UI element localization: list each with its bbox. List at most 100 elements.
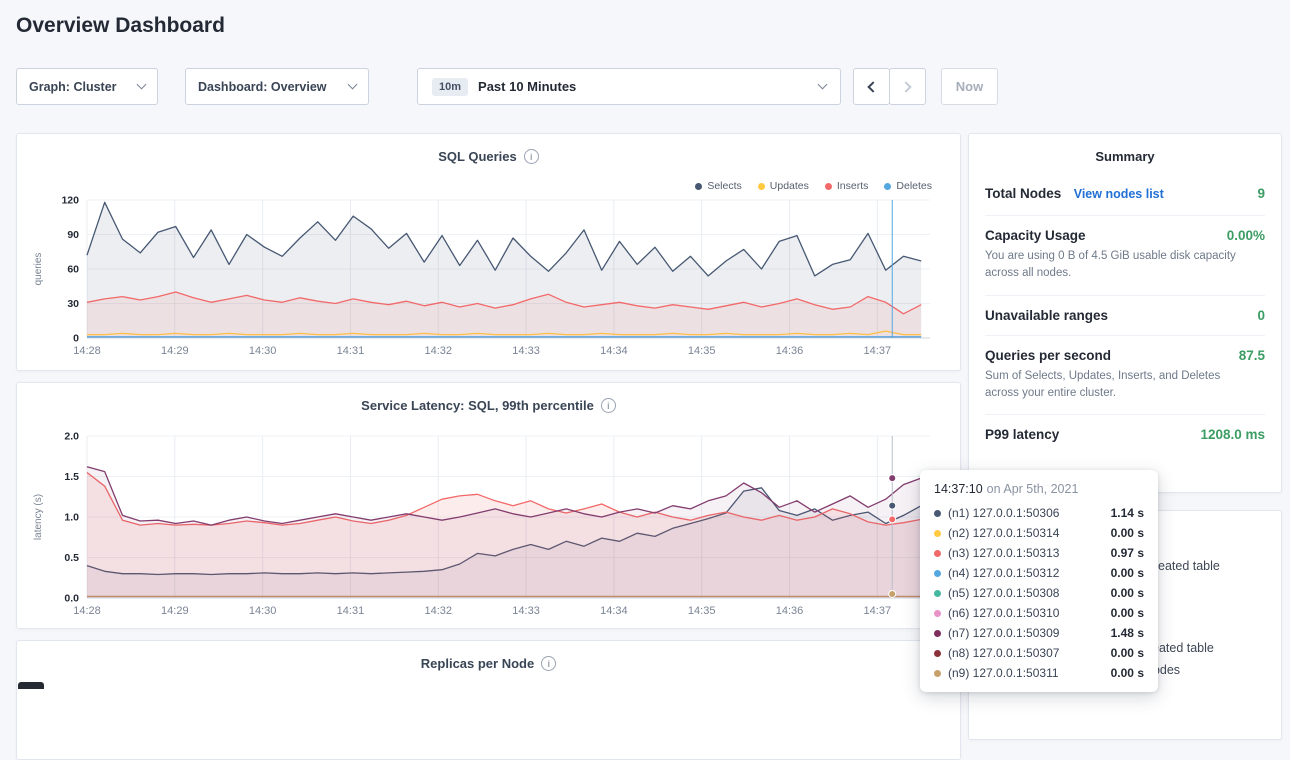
tooltip-node-label: (n7) 127.0.0.1:50309 [948, 626, 1111, 640]
svg-text:1.5: 1.5 [64, 471, 79, 483]
info-icon[interactable]: i [524, 149, 539, 164]
capacity-usage-description: You are using 0 B of 4.5 GiB usable disk… [985, 248, 1248, 283]
tooltip-node-value: 0.97 s [1111, 546, 1144, 560]
svg-text:14:29: 14:29 [161, 605, 189, 617]
sql-queries-plot[interactable]: 030609012014:2814:2914:3014:3114:3214:33… [29, 192, 950, 364]
tooltip-node-value: 0.00 s [1111, 606, 1144, 620]
chart-header: Service Latency: SQL, 99th percentile i [17, 383, 960, 413]
time-next-button[interactable] [889, 68, 926, 105]
tooltip-node-label: (n6) 127.0.0.1:50310 [948, 606, 1111, 620]
svg-text:14:30: 14:30 [249, 605, 277, 617]
time-range-picker[interactable]: 10m Past 10 Minutes [417, 68, 841, 105]
tooltip-node-value: 0.00 s [1111, 586, 1144, 600]
svg-text:30: 30 [67, 298, 79, 310]
svg-text:latency (s): latency (s) [33, 494, 44, 540]
svg-text:14:34: 14:34 [600, 605, 628, 617]
svg-text:14:32: 14:32 [424, 345, 452, 357]
service-latency-plot[interactable]: 0.00.51.01.52.014:2814:2914:3014:3114:32… [29, 428, 950, 624]
event-text-fragment: eated table [1158, 559, 1220, 573]
tooltip-node-label: (n5) 127.0.0.1:50308 [948, 586, 1111, 600]
tooltip-node-value: 0.00 s [1111, 666, 1144, 680]
unavailable-ranges-label: Unavailable ranges [985, 308, 1108, 323]
info-icon[interactable]: i [541, 656, 556, 671]
dashboard-dropdown[interactable]: Dashboard: Overview [185, 68, 369, 105]
svg-text:14:29: 14:29 [161, 345, 189, 357]
svg-text:0: 0 [73, 333, 79, 345]
node-color-dot-icon [934, 670, 941, 677]
legend-dot-icon [825, 183, 832, 190]
time-range-label: Past 10 Minutes [478, 79, 799, 94]
svg-text:14:32: 14:32 [424, 605, 452, 617]
info-glyph: i [607, 401, 610, 411]
legend-item-inserts: Inserts [825, 180, 869, 192]
info-icon[interactable]: i [601, 398, 616, 413]
node-color-dot-icon [934, 590, 941, 597]
tooltip-row: (n5) 127.0.0.1:503080.00 s [934, 586, 1144, 600]
svg-text:90: 90 [67, 229, 79, 241]
time-prev-button[interactable] [853, 68, 890, 105]
svg-text:0.5: 0.5 [64, 552, 79, 564]
svg-text:14:30: 14:30 [249, 345, 277, 357]
svg-text:14:34: 14:34 [600, 345, 628, 357]
svg-text:14:37: 14:37 [864, 345, 892, 357]
now-button[interactable]: Now [941, 68, 998, 105]
chevron-down-icon [137, 80, 147, 90]
tooltip-row: (n2) 127.0.0.1:503140.00 s [934, 526, 1144, 540]
svg-text:60: 60 [67, 264, 79, 276]
svg-text:14:33: 14:33 [512, 605, 540, 617]
tooltip-row: (n9) 127.0.0.1:503110.00 s [934, 666, 1144, 680]
summary-title: Summary [985, 134, 1265, 173]
sql-queries-chart-card: SQL Queries i SelectsUpdatesInsertsDelet… [16, 133, 961, 371]
svg-text:14:33: 14:33 [512, 345, 540, 357]
svg-text:14:35: 14:35 [688, 345, 716, 357]
legend-dot-icon [758, 183, 765, 190]
qps-value: 87.5 [1239, 348, 1265, 363]
page-title: Overview Dashboard [16, 14, 225, 38]
tooltip-node-value: 0.00 s [1111, 526, 1144, 540]
capacity-usage-label: Capacity Usage [985, 228, 1086, 243]
svg-text:0.0: 0.0 [64, 593, 79, 605]
node-color-dot-icon [934, 510, 941, 517]
tooltip-node-value: 0.00 s [1111, 566, 1144, 580]
chart-hover-tooltip: 14:37:10on Apr 5th, 2021 (n1) 127.0.0.1:… [920, 470, 1158, 692]
qps-label: Queries per second [985, 348, 1111, 363]
tooltip-row: (n7) 127.0.0.1:503091.48 s [934, 626, 1144, 640]
view-nodes-list-link[interactable]: View nodes list [1074, 187, 1164, 201]
svg-text:14:37: 14:37 [864, 605, 892, 617]
chart-title: Service Latency: SQL, 99th percentile [361, 398, 594, 413]
svg-text:14:31: 14:31 [337, 345, 365, 357]
chevron-left-icon [867, 81, 878, 92]
tooltip-node-value: 0.00 s [1111, 646, 1144, 660]
svg-text:14:28: 14:28 [73, 605, 101, 617]
total-nodes-value: 9 [1257, 186, 1265, 201]
tooltip-node-label: (n4) 127.0.0.1:50312 [948, 566, 1111, 580]
tooltip-rows: (n1) 127.0.0.1:503061.14 s (n2) 127.0.0.1… [934, 506, 1144, 680]
legend-item-updates: Updates [758, 180, 809, 192]
graph-dropdown-label: Graph: Cluster [29, 80, 117, 94]
graph-dropdown[interactable]: Graph: Cluster [16, 68, 158, 105]
node-color-dot-icon [934, 610, 941, 617]
tooltip-row: (n1) 127.0.0.1:503061.14 s [934, 506, 1144, 520]
node-color-dot-icon [934, 650, 941, 657]
time-range-badge: 10m [432, 78, 468, 96]
tooltip-row: (n3) 127.0.0.1:503130.97 s [934, 546, 1144, 560]
chart-header: SQL Queries i [17, 134, 960, 164]
node-color-dot-icon [934, 630, 941, 637]
tooltip-node-label: (n8) 127.0.0.1:50307 [948, 646, 1111, 660]
node-color-dot-icon [934, 550, 941, 557]
summary-p99-section: P99 latency 1208.0 ms [985, 415, 1265, 454]
event-text-fragment: eated table [1152, 641, 1214, 655]
svg-text:120: 120 [61, 195, 79, 207]
chart-title: SQL Queries [438, 149, 517, 164]
summary-total-nodes-section: Total Nodes View nodes list 9 [985, 173, 1265, 216]
svg-text:14:31: 14:31 [337, 605, 365, 617]
tooltip-row: (n8) 127.0.0.1:503070.00 s [934, 646, 1144, 660]
tooltip-node-label: (n9) 127.0.0.1:50311 [948, 666, 1111, 680]
tooltip-row: (n6) 127.0.0.1:503100.00 s [934, 606, 1144, 620]
chart-legend: SelectsUpdatesInsertsDeletes [695, 180, 932, 192]
legend-item-selects: Selects [695, 180, 741, 192]
qps-description: Sum of Selects, Updates, Inserts, and De… [985, 368, 1248, 403]
chart-title: Replicas per Node [421, 656, 534, 671]
node-color-dot-icon [934, 530, 941, 537]
tooltip-date: on Apr 5th, 2021 [987, 482, 1079, 496]
